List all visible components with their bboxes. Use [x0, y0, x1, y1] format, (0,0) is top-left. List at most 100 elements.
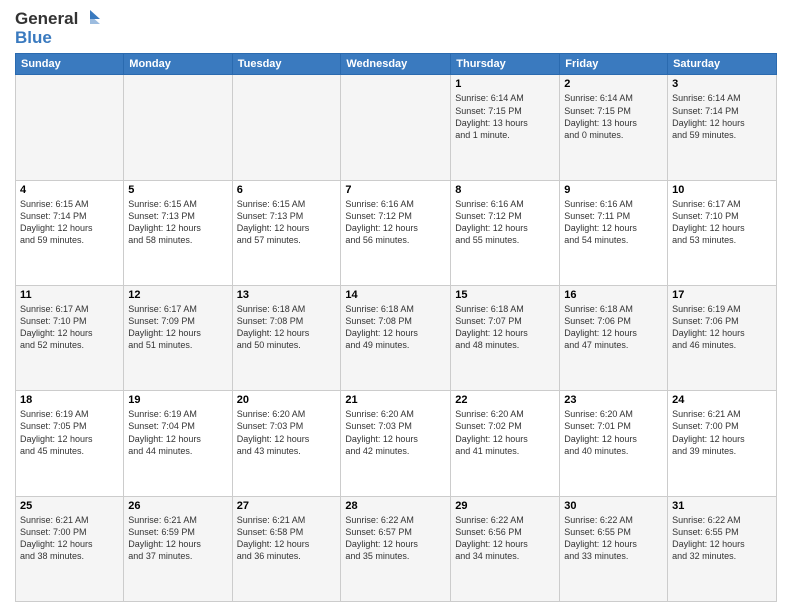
day-number: 22 [455, 394, 555, 406]
calendar-cell: 14Sunrise: 6:18 AMSunset: 7:08 PMDayligh… [341, 286, 451, 391]
day-header-monday: Monday [124, 54, 232, 75]
calendar-cell: 4 Sunrise: 6:15 AMSunset: 7:14 PMDaylight… [16, 180, 124, 285]
day-number: 16 [564, 289, 663, 301]
calendar-cell: 16 Sunrise: 6:18 AMSunset: 7:06 PMDayligh… [560, 286, 668, 391]
day-header-tuesday: Tuesday [232, 54, 341, 75]
day-header-wednesday: Wednesday [341, 54, 451, 75]
day-info: Sunrise: 6:14 AMSunset: 7:15 PMDaylight:… [564, 92, 663, 141]
day-info: Sunrise: 6:15 AMSunset: 7:14 PMDaylight:… [20, 198, 119, 247]
day-number: 8 [455, 184, 555, 196]
day-info: Sunrise: 6:22 AMSunset: 6:56 PMDaylight:… [455, 514, 555, 563]
day-number: 13 [237, 289, 337, 301]
calendar-cell: 9Sunrise: 6:16 AMSunset: 7:11 PMDaylight… [560, 180, 668, 285]
calendar-cell: 5 Sunrise: 6:15 AMSunset: 7:13 PMDaylight… [124, 180, 232, 285]
day-info: Sunrise: 6:16 AMSunset: 7:12 PMDaylight:… [345, 198, 446, 247]
calendar-cell [232, 75, 341, 180]
day-info: Sunrise: 6:20 AMSunset: 7:03 PMDaylight:… [237, 408, 337, 457]
day-info: Sunrise: 6:19 AMSunset: 7:04 PMDaylight:… [128, 408, 227, 457]
day-header-thursday: Thursday [451, 54, 560, 75]
calendar-cell: 31Sunrise: 6:22 AMSunset: 6:55 PMDayligh… [668, 496, 777, 601]
day-info: Sunrise: 6:17 AMSunset: 7:10 PMDaylight:… [20, 303, 119, 352]
calendar-cell: 29 Sunrise: 6:22 AMSunset: 6:56 PMDayligh… [451, 496, 560, 601]
calendar-cell: 30Sunrise: 6:22 AMSunset: 6:55 PMDayligh… [560, 496, 668, 601]
day-number: 26 [128, 500, 227, 512]
calendar-cell [341, 75, 451, 180]
day-number: 19 [128, 394, 227, 406]
calendar-cell: 22 Sunrise: 6:20 AMSunset: 7:02 PMDayligh… [451, 391, 560, 496]
calendar-cell [16, 75, 124, 180]
day-number: 23 [564, 394, 663, 406]
day-number: 1 [455, 78, 555, 90]
calendar-cell: 23 Sunrise: 6:20 AMSunset: 7:01 PMDayligh… [560, 391, 668, 496]
calendar-cell: 10 Sunrise: 6:17 AMSunset: 7:10 PMDayligh… [668, 180, 777, 285]
day-number: 11 [20, 289, 119, 301]
day-info: Sunrise: 6:15 AMSunset: 7:13 PMDaylight:… [128, 198, 227, 247]
day-info: Sunrise: 6:20 AMSunset: 7:01 PMDaylight:… [564, 408, 663, 457]
calendar-cell: 15Sunrise: 6:18 AMSunset: 7:07 PMDayligh… [451, 286, 560, 391]
day-number: 21 [345, 394, 446, 406]
day-number: 9 [564, 184, 663, 196]
calendar-cell: 3 Sunrise: 6:14 AMSunset: 7:14 PMDaylight… [668, 75, 777, 180]
day-info: Sunrise: 6:19 AMSunset: 7:06 PMDaylight:… [672, 303, 772, 352]
day-number: 28 [345, 500, 446, 512]
page-header: General Blue [15, 10, 777, 47]
day-number: 17 [672, 289, 772, 301]
calendar-cell: 27 Sunrise: 6:21 AMSunset: 6:58 PMDayligh… [232, 496, 341, 601]
day-number: 6 [237, 184, 337, 196]
calendar-cell: 25 Sunrise: 6:21 AMSunset: 7:00 PMDayligh… [16, 496, 124, 601]
logo-general: General [15, 10, 78, 29]
day-info: Sunrise: 6:15 AMSunset: 7:13 PMDaylight:… [237, 198, 337, 247]
calendar-cell: 26 Sunrise: 6:21 AMSunset: 6:59 PMDayligh… [124, 496, 232, 601]
day-info: Sunrise: 6:16 AMSunset: 7:12 PMDaylight:… [455, 198, 555, 247]
calendar-cell: 2 Sunrise: 6:14 AMSunset: 7:15 PMDaylight… [560, 75, 668, 180]
day-number: 5 [128, 184, 227, 196]
calendar-cell: 18 Sunrise: 6:19 AMSunset: 7:05 PMDayligh… [16, 391, 124, 496]
day-info: Sunrise: 6:14 AMSunset: 7:15 PMDaylight:… [455, 92, 555, 141]
day-info: Sunrise: 6:22 AMSunset: 6:57 PMDaylight:… [345, 514, 446, 563]
calendar-cell: 17 Sunrise: 6:19 AMSunset: 7:06 PMDayligh… [668, 286, 777, 391]
calendar-cell: 7 Sunrise: 6:16 AMSunset: 7:12 PMDaylight… [341, 180, 451, 285]
day-number: 18 [20, 394, 119, 406]
day-number: 2 [564, 78, 663, 90]
calendar-cell: 6 Sunrise: 6:15 AMSunset: 7:13 PMDaylight… [232, 180, 341, 285]
day-number: 10 [672, 184, 772, 196]
calendar-cell: 8 Sunrise: 6:16 AMSunset: 7:12 PMDaylight… [451, 180, 560, 285]
calendar-cell: 13 Sunrise: 6:18 AMSunset: 7:08 PMDayligh… [232, 286, 341, 391]
day-number: 15 [455, 289, 555, 301]
day-number: 3 [672, 78, 772, 90]
day-info: Sunrise: 6:20 AMSunset: 7:02 PMDaylight:… [455, 408, 555, 457]
logo-bird-icon [80, 10, 100, 28]
calendar-cell [124, 75, 232, 180]
day-number: 7 [345, 184, 446, 196]
day-number: 29 [455, 500, 555, 512]
day-number: 24 [672, 394, 772, 406]
day-info: Sunrise: 6:22 AMSunset: 6:55 PMDaylight:… [564, 514, 663, 563]
day-number: 20 [237, 394, 337, 406]
day-number: 12 [128, 289, 227, 301]
day-info: Sunrise: 6:18 AMSunset: 7:06 PMDaylight:… [564, 303, 663, 352]
day-info: Sunrise: 6:21 AMSunset: 6:58 PMDaylight:… [237, 514, 337, 563]
calendar-cell: 11 Sunrise: 6:17 AMSunset: 7:10 PMDayligh… [16, 286, 124, 391]
day-info: Sunrise: 6:18 AMSunset: 7:08 PMDaylight:… [237, 303, 337, 352]
day-info: Sunrise: 6:20 AMSunset: 7:03 PMDaylight:… [345, 408, 446, 457]
day-number: 25 [20, 500, 119, 512]
day-number: 27 [237, 500, 337, 512]
calendar-table: SundayMondayTuesdayWednesdayThursdayFrid… [15, 53, 777, 602]
day-header-sunday: Sunday [16, 54, 124, 75]
day-info: Sunrise: 6:14 AMSunset: 7:14 PMDaylight:… [672, 92, 772, 141]
day-info: Sunrise: 6:21 AMSunset: 6:59 PMDaylight:… [128, 514, 227, 563]
calendar-cell: 19 Sunrise: 6:19 AMSunset: 7:04 PMDayligh… [124, 391, 232, 496]
day-info: Sunrise: 6:17 AMSunset: 7:10 PMDaylight:… [672, 198, 772, 247]
calendar-cell: 20 Sunrise: 6:20 AMSunset: 7:03 PMDayligh… [232, 391, 341, 496]
day-header-friday: Friday [560, 54, 668, 75]
day-info: Sunrise: 6:21 AMSunset: 7:00 PMDaylight:… [20, 514, 119, 563]
day-info: Sunrise: 6:19 AMSunset: 7:05 PMDaylight:… [20, 408, 119, 457]
calendar-cell: 12 Sunrise: 6:17 AMSunset: 7:09 PMDayligh… [124, 286, 232, 391]
day-number: 31 [672, 500, 772, 512]
day-number: 4 [20, 184, 119, 196]
logo: General Blue [15, 10, 100, 47]
day-info: Sunrise: 6:17 AMSunset: 7:09 PMDaylight:… [128, 303, 227, 352]
logo-blue: Blue [15, 29, 100, 48]
calendar-cell: 28 Sunrise: 6:22 AMSunset: 6:57 PMDayligh… [341, 496, 451, 601]
day-info: Sunrise: 6:21 AMSunset: 7:00 PMDaylight:… [672, 408, 772, 457]
